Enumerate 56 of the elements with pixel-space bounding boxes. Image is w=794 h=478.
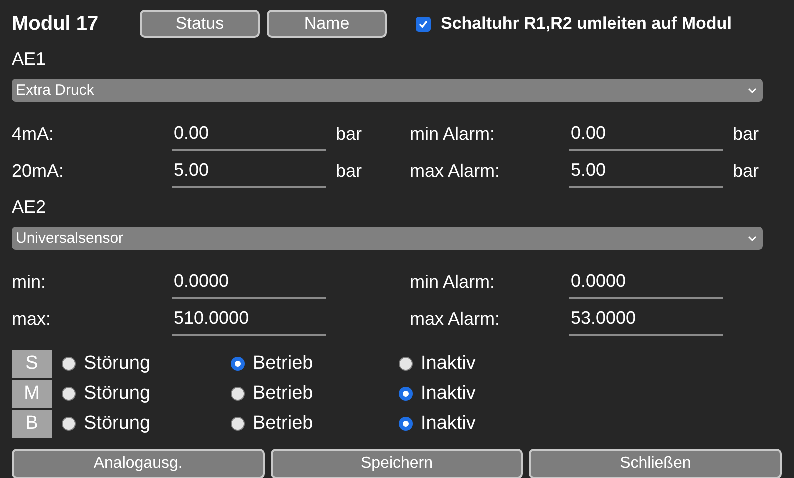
input-field[interactable]: 5.00 <box>569 158 723 188</box>
radio-label: Betrieb <box>253 413 314 435</box>
input-field[interactable]: 5.00 <box>172 158 326 188</box>
radio-label: Störung <box>84 353 151 375</box>
unit-label: bar <box>335 160 364 183</box>
input-field[interactable]: 0.0000 <box>569 269 723 299</box>
radio-label: Betrieb <box>253 353 314 375</box>
header-button[interactable]: Name <box>267 10 387 38</box>
radio-button[interactable] <box>62 357 76 371</box>
field-label: 4mA: <box>12 123 56 146</box>
footer-button[interactable]: Schließen <box>529 449 782 478</box>
chevron-icon <box>748 236 757 242</box>
radio-label: Störung <box>84 413 151 435</box>
footer-button[interactable]: Analogausg. <box>12 449 265 478</box>
radio-label: Inaktiv <box>421 383 476 405</box>
radio-label: Inaktiv <box>421 353 476 375</box>
radio-label: Störung <box>84 383 151 405</box>
radio-button[interactable] <box>231 417 245 431</box>
dropdown[interactable]: Universalsensor <box>12 227 763 250</box>
header-button[interactable]: Status <box>140 10 260 38</box>
chevron-icon <box>748 88 757 94</box>
module-title: Modul 17 <box>12 12 100 36</box>
checkbox[interactable] <box>416 16 431 32</box>
radio-button[interactable] <box>399 357 413 371</box>
input-field[interactable]: 510.0000 <box>172 306 326 336</box>
radio-button[interactable] <box>231 387 245 401</box>
section-label: AE2 <box>12 196 48 219</box>
checkbox-label: Schaltuhr R1,R2 umleiten auf Modul <box>441 14 732 34</box>
unit-label: bar <box>732 123 760 146</box>
radio-button[interactable] <box>399 417 413 431</box>
input-field[interactable]: 0.0000 <box>172 269 326 299</box>
radio-button[interactable] <box>231 357 245 371</box>
field-label: max Alarm: <box>410 160 502 183</box>
radio-button[interactable] <box>62 417 76 431</box>
unit-label: bar <box>335 123 364 146</box>
field-label: 20mA: <box>12 160 66 183</box>
input-field[interactable]: 53.0000 <box>569 306 723 336</box>
footer-button[interactable]: Speichern <box>270 449 524 478</box>
radio-button[interactable] <box>399 387 413 401</box>
row-badge: S <box>12 350 52 378</box>
checkmark-icon <box>418 18 429 30</box>
input-field[interactable]: 0.00 <box>172 121 326 151</box>
field-label: max: <box>12 308 52 331</box>
row-badge: M <box>12 380 52 408</box>
section-label: AE1 <box>12 48 48 71</box>
field-label: min Alarm: <box>410 271 496 294</box>
row-badge: B <box>12 410 52 438</box>
radio-button[interactable] <box>62 387 76 401</box>
dropdown[interactable]: Extra Druck <box>12 79 763 102</box>
radio-label: Betrieb <box>253 383 314 405</box>
unit-label: bar <box>732 160 760 183</box>
field-label: min Alarm: <box>410 123 496 146</box>
field-label: max Alarm: <box>410 308 502 331</box>
radio-label: Inaktiv <box>421 413 476 435</box>
field-label: min: <box>12 271 48 294</box>
input-field[interactable]: 0.00 <box>569 121 723 151</box>
